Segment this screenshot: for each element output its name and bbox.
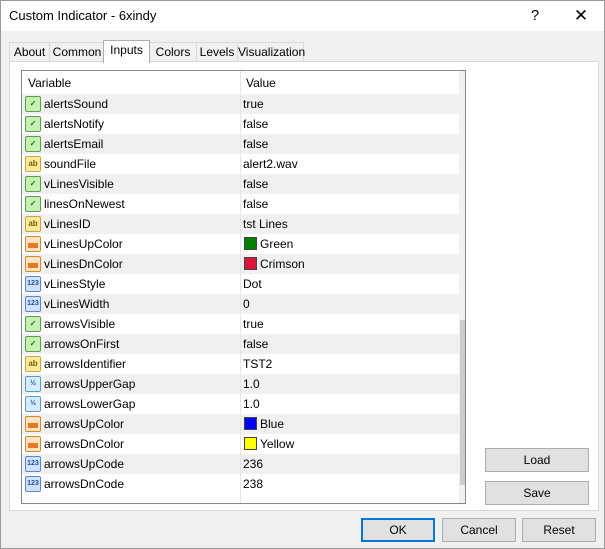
variable-name: arrowsUpperGap: [44, 377, 136, 391]
variable-value[interactable]: 238: [243, 477, 263, 491]
string-icon: ab: [25, 356, 41, 372]
variable-name: alertsEmail: [44, 137, 104, 151]
tab-common[interactable]: Common: [49, 42, 105, 62]
variable-name: arrowsUpCode: [44, 457, 125, 471]
variable-value[interactable]: false: [243, 337, 268, 351]
variable-value[interactable]: alert2.wav: [243, 157, 298, 171]
vertical-scrollbar[interactable]: ▲ ▼: [459, 71, 465, 503]
bool-icon: ✓: [25, 316, 41, 332]
color-swatch[interactable]: [244, 417, 257, 430]
grid-header: Variable Value: [22, 71, 459, 95]
variable-value[interactable]: 0: [243, 297, 250, 311]
variable-name: arrowsLowerGap: [44, 397, 136, 411]
inputs-grid: Variable Value ✓ alertsSound true ✓ alertsNo…: [21, 70, 466, 504]
tab-levels[interactable]: Levels: [196, 42, 238, 62]
help-button[interactable]: ?: [513, 1, 557, 31]
variable-value[interactable]: TST2: [243, 357, 272, 371]
string-icon: ab: [25, 156, 41, 172]
variable-name: vLinesUpColor: [44, 237, 123, 251]
variable-name: arrowsVisible: [44, 317, 116, 331]
variable-name: arrowsOnFirst: [44, 337, 120, 351]
tab-inputs[interactable]: Inputs: [103, 40, 150, 63]
save-button[interactable]: Save: [485, 481, 589, 505]
int-icon: 123: [25, 276, 41, 292]
tab-visualization[interactable]: Visualization: [237, 42, 305, 62]
bool-icon: ✓: [25, 116, 41, 132]
bool-icon: ✓: [25, 336, 41, 352]
color-swatch[interactable]: [244, 237, 257, 250]
scrollbar-thumb[interactable]: [460, 320, 465, 485]
color-icon: [25, 416, 41, 432]
window-title: Custom Indicator - 6xindy: [9, 8, 157, 23]
variable-name: arrowsDnColor: [44, 437, 125, 451]
variable-value[interactable]: Yellow: [260, 437, 294, 451]
variable-name: vLinesWidth: [44, 297, 110, 311]
column-divider: [240, 94, 241, 503]
color-swatch[interactable]: [244, 437, 257, 450]
variable-name: arrowsUpColor: [44, 417, 125, 431]
variable-name: alertsNotify: [44, 117, 105, 131]
variable-column-header[interactable]: Variable: [28, 76, 71, 90]
variable-name: arrowsIdentifier: [44, 357, 127, 371]
variable-value[interactable]: 1.0: [243, 397, 260, 411]
variable-value[interactable]: false: [243, 117, 268, 131]
variable-value[interactable]: Crimson: [260, 257, 305, 271]
value-column-header[interactable]: Value: [246, 76, 276, 90]
double-icon: ½: [25, 396, 41, 412]
scroll-up-arrow-icon[interactable]: ▲: [459, 71, 465, 88]
string-icon: ab: [25, 216, 41, 232]
variable-value[interactable]: true: [243, 97, 264, 111]
custom-indicator-dialog: Custom Indicator - 6xindy ? ✕ About Comm…: [0, 0, 605, 549]
color-icon: [25, 256, 41, 272]
scroll-down-arrow-icon[interactable]: ▼: [459, 486, 465, 503]
variable-value[interactable]: Dot: [243, 277, 262, 291]
color-swatch[interactable]: [244, 257, 257, 270]
color-icon: [25, 436, 41, 452]
cancel-button[interactable]: Cancel: [442, 518, 516, 542]
variable-value[interactable]: tst Lines: [243, 217, 288, 231]
load-button[interactable]: Load: [485, 448, 589, 472]
variable-value[interactable]: true: [243, 317, 264, 331]
variable-name: arrowsDnCode: [44, 477, 125, 491]
variable-name: alertsSound: [44, 97, 109, 111]
variable-value[interactable]: Blue: [260, 417, 284, 431]
double-icon: ½: [25, 376, 41, 392]
int-icon: 123: [25, 456, 41, 472]
variable-name: vLinesID: [44, 217, 91, 231]
close-button[interactable]: ✕: [559, 1, 603, 31]
variable-name: vLinesStyle: [44, 277, 106, 291]
bool-icon: ✓: [25, 136, 41, 152]
variable-value[interactable]: 1.0: [243, 377, 260, 391]
variable-value[interactable]: false: [243, 197, 268, 211]
variable-name: vLinesVisible: [44, 177, 114, 191]
tab-about[interactable]: About: [9, 42, 50, 62]
variable-value[interactable]: false: [243, 177, 268, 191]
color-icon: [25, 236, 41, 252]
variable-name: vLinesDnColor: [44, 257, 123, 271]
variable-name: linesOnNewest: [44, 197, 125, 211]
bool-icon: ✓: [25, 176, 41, 192]
variable-name: soundFile: [44, 157, 97, 171]
variable-value[interactable]: 236: [243, 457, 263, 471]
header-divider: [240, 71, 241, 94]
variable-value[interactable]: Green: [260, 237, 293, 251]
bool-icon: ✓: [25, 96, 41, 112]
reset-button[interactable]: Reset: [522, 518, 596, 542]
title-bar: Custom Indicator - 6xindy ? ✕: [1, 1, 604, 31]
inputs-panel: Variable Value ✓ alertsSound true ✓ alertsNo…: [9, 61, 599, 511]
int-icon: 123: [25, 296, 41, 312]
tab-colors[interactable]: Colors: [149, 42, 197, 62]
variable-value[interactable]: false: [243, 137, 268, 151]
int-icon: 123: [25, 476, 41, 492]
bool-icon: ✓: [25, 196, 41, 212]
ok-button[interactable]: OK: [361, 518, 435, 542]
